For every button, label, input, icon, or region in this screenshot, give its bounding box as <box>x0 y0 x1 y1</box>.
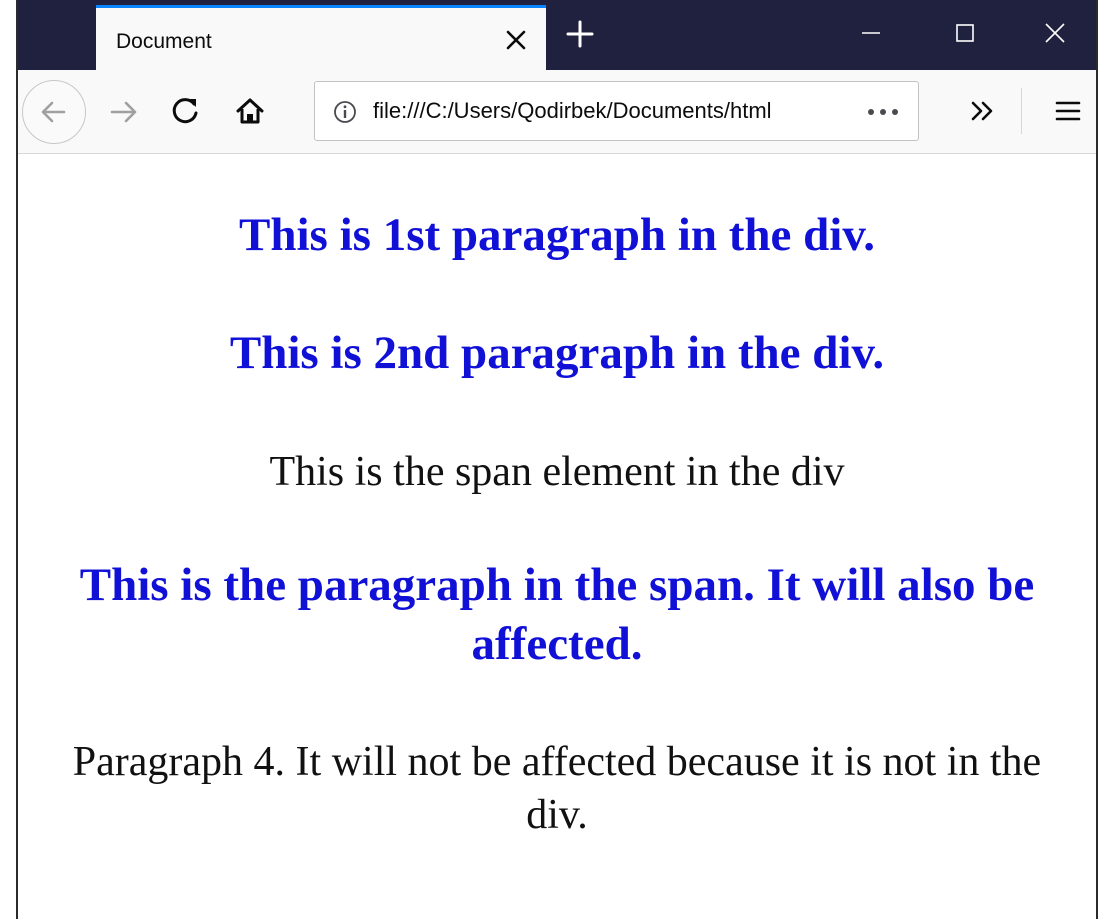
window-border-right <box>1096 0 1098 919</box>
window-close-icon[interactable] <box>1040 18 1070 48</box>
url-text[interactable]: file:///C:/Users/Qodirbek/Documents/html <box>373 98 825 124</box>
back-button[interactable] <box>22 80 86 144</box>
tab-title: Document <box>116 30 212 53</box>
back-arrow-icon <box>41 101 66 123</box>
navigation-bar: file:///C:/Users/Qodirbek/Documents/html <box>18 70 1096 154</box>
hamburger-menu-icon[interactable] <box>1048 91 1088 131</box>
browser-window: Document file:///C:/Users/Qodirbek/Docum… <box>0 0 1114 919</box>
page-actions-icon[interactable] <box>863 98 903 126</box>
paragraph-4: Paragraph 4. It will not be affected bec… <box>72 739 1042 838</box>
window-border-left <box>16 0 18 919</box>
close-tab-icon[interactable] <box>502 26 530 54</box>
url-fade <box>785 92 827 130</box>
reload-icon[interactable] <box>166 91 206 131</box>
info-icon[interactable] <box>331 98 359 126</box>
forward-arrow-icon[interactable] <box>104 92 144 132</box>
toolbar-separator <box>1021 88 1022 134</box>
maximize-icon[interactable] <box>950 18 980 48</box>
span-element-text: This is the span element in the div <box>269 449 845 495</box>
paragraph-1: This is 1st paragraph in the div. <box>239 209 875 261</box>
chevron-double-right-icon[interactable] <box>962 91 1002 131</box>
minimize-icon[interactable] <box>856 18 886 48</box>
home-icon[interactable] <box>230 91 270 131</box>
paragraph-2: This is 2nd paragraph in the div. <box>229 327 885 379</box>
tab-document[interactable]: Document <box>96 5 546 70</box>
paragraph-in-span: This is the paragraph in the span. It wi… <box>79 559 1035 670</box>
address-bar[interactable]: file:///C:/Users/Qodirbek/Documents/html <box>314 81 919 141</box>
title-bar: Document <box>18 0 1096 70</box>
new-tab-plus-icon[interactable] <box>564 18 596 50</box>
page-content: This is 1st paragraph in the div. This i… <box>18 154 1096 919</box>
